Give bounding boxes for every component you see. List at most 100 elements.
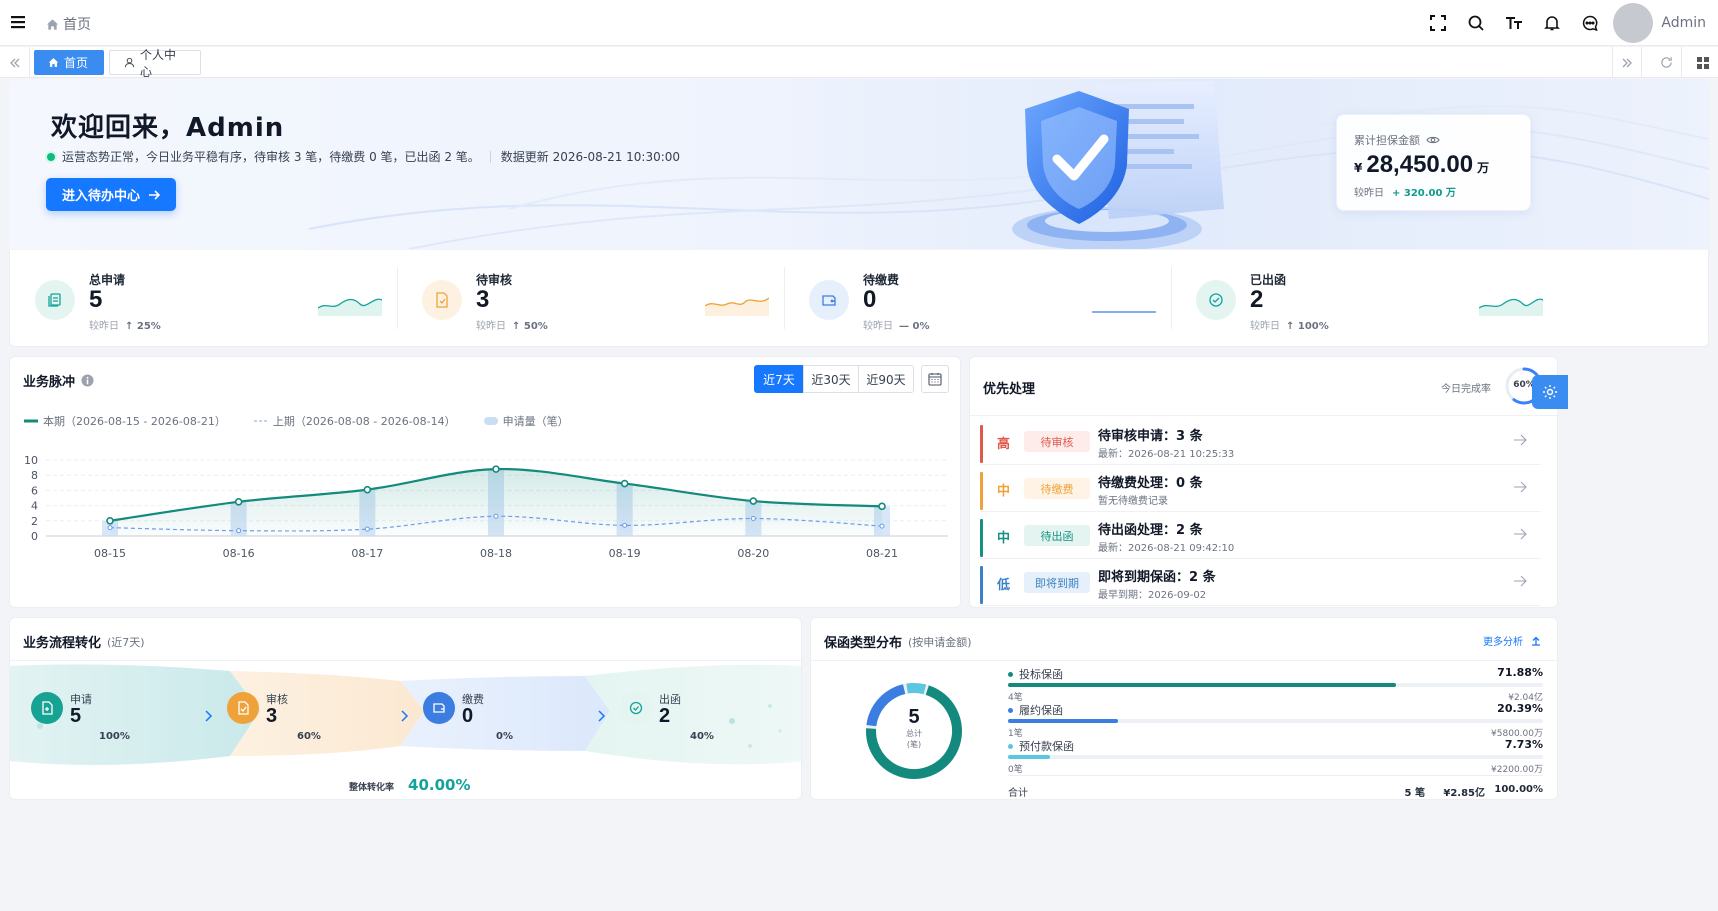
status-badge: 即将到期 (1024, 572, 1090, 593)
status-text: 运营态势正常，今日业务平稳有序，待审核 3 笔，待缴费 0 笔，已出函 2 笔。 (62, 150, 480, 164)
todo-center-button[interactable]: 进入待办中心 (46, 178, 176, 211)
arrow-right-icon (1513, 481, 1527, 493)
distribution-item[interactable]: 履约保函 20.39% 1笔 ¥5800.00万 (1008, 702, 1543, 739)
stat-compare-label: 较昨日 (476, 321, 506, 332)
stat-compare-label: 较昨日 (863, 321, 893, 332)
distribution-item-fill (1008, 683, 1397, 687)
wallet-icon (423, 692, 455, 724)
sum-count: 5 笔 (1404, 788, 1425, 799)
sparkline (705, 297, 769, 316)
flow-step-value: 5 (70, 705, 82, 727)
tabs-scroll-left-icon[interactable] (0, 47, 30, 78)
fullscreen-icon[interactable] (1419, 0, 1457, 46)
guarantee-value: 28,450.00 (1366, 151, 1474, 178)
search-icon[interactable] (1457, 0, 1495, 46)
x-tick-label: 08-20 (737, 547, 769, 560)
priority-item[interactable]: 低即将到期 即将到期保函：2 条最早到期：2026-09-02 (980, 562, 1541, 606)
priority-item-sub: 最新：2026-08-21 10:25:33 (1098, 449, 1235, 460)
legend-volume[interactable]: 申请量（笔） (483, 413, 569, 429)
guarantee-unit: 万 (1477, 161, 1490, 175)
refresh-icon[interactable] (1652, 47, 1682, 78)
flow-conversion-panel: 业务流程转化 (近7天) 申请 5 100% 审核 3 60% 缴费 0 0% (9, 617, 802, 800)
current-point[interactable] (234, 497, 243, 506)
avatar[interactable] (1613, 3, 1654, 43)
user-menu[interactable]: Admin (1609, 3, 1718, 43)
welcome-title: 欢迎回来，Admin (51, 113, 285, 143)
distribution-item[interactable]: 预付款保函 7.73% 0笔 ¥2200.00万 (1008, 738, 1543, 775)
bell-icon[interactable] (1533, 0, 1571, 46)
stat-card-pending-review[interactable]: 待审核 3 较昨日 ↑ 50% (397, 250, 784, 347)
previous-point[interactable] (493, 513, 499, 519)
legend-current[interactable]: 本期（2026-08-15 - 2026-08-21） (24, 413, 226, 429)
previous-point[interactable] (107, 525, 113, 531)
menu-toggle-icon[interactable] (10, 14, 26, 30)
current-point[interactable] (749, 497, 758, 505)
message-icon[interactable] (1571, 0, 1609, 46)
tab-home[interactable]: 首页 (34, 50, 104, 75)
donut-total-label: 总计 (906, 729, 922, 738)
panel-title: 业务脉冲 (23, 371, 94, 390)
priority-item[interactable]: 高待审核 待审核申请：3 条最新：2026-08-21 10:25:33 (980, 421, 1541, 465)
range-30-days[interactable]: 近30天 (803, 365, 859, 393)
range-90-days[interactable]: 近90天 (858, 365, 914, 393)
overall-label: 整体转化率 (349, 783, 395, 793)
previous-point[interactable] (879, 523, 885, 529)
current-point[interactable] (492, 465, 500, 473)
arrow-right-icon (1513, 575, 1527, 587)
gear-icon (1542, 384, 1558, 400)
check-circle-icon (620, 692, 652, 724)
sum-pct: 100.00% (1494, 784, 1543, 795)
previous-point[interactable] (236, 528, 242, 534)
tab-profile[interactable]: 个人中心 (109, 48, 201, 79)
stat-compare: 较昨日 ↑ 50% (476, 317, 548, 332)
font-size-icon[interactable] (1495, 0, 1533, 46)
document-icon (35, 280, 75, 320)
stat-value: 3 (476, 286, 490, 313)
distribution-item[interactable]: 投标保函 71.88% 4笔 ¥2.04亿 (1008, 666, 1543, 703)
stat-value: 2 (1250, 286, 1264, 313)
priority-item[interactable]: 中待缴费 待缴费处理：0 条暂无待缴费记录 (980, 468, 1541, 512)
chevron-right-icon (205, 710, 213, 722)
stat-change: ↑ 25% (125, 321, 161, 332)
stat-card-pending-payment[interactable]: 待缴费 0 较昨日 — 0% (784, 250, 1171, 347)
distribution-item-pct: 20.39% (1497, 702, 1543, 715)
settings-float-button[interactable] (1532, 375, 1568, 409)
donut-total: 5 (908, 706, 920, 728)
previous-point[interactable] (364, 526, 370, 532)
info-icon[interactable] (81, 374, 94, 387)
priority-item[interactable]: 中待出函 待出函处理：2 条最新：2026-08-21 09:42:10 (980, 515, 1541, 559)
current-point[interactable] (878, 502, 886, 511)
previous-point[interactable] (750, 516, 756, 522)
arrow-right-icon (1513, 434, 1527, 446)
priority-bar (980, 425, 983, 463)
stat-compare-label: 较昨日 (89, 321, 119, 332)
tab-label: 个人中心 (140, 47, 177, 79)
stat-compare: 较昨日 ↑ 25% (89, 317, 161, 332)
y-tick-label: 6 (31, 484, 38, 497)
stat-card-total-applications[interactable]: 总申请 5 较昨日 ↑ 25% (10, 250, 397, 347)
arrow-right-icon (148, 189, 160, 201)
distribution-item-name: 投标保函 (1019, 668, 1063, 681)
current-point[interactable] (363, 485, 372, 494)
previous-point[interactable] (622, 522, 628, 528)
check-circle-icon (1196, 280, 1236, 320)
more-analysis-link[interactable]: 更多分析 (1483, 633, 1541, 648)
guarantee-label-row: 累计担保金额 (1354, 132, 1440, 148)
current-point[interactable] (106, 517, 114, 525)
flow-step-pct: 40% (690, 731, 714, 742)
current-point[interactable] (620, 479, 629, 488)
review-document-icon (227, 692, 259, 724)
legend-dot (1008, 707, 1013, 713)
overall-value: 40.00% (408, 776, 471, 794)
flow-title: 业务流程转化 (23, 636, 102, 651)
grid-icon[interactable] (1688, 47, 1718, 78)
breadcrumb-home[interactable]: 首页 (63, 14, 91, 34)
donut-total-unit: (笔) (906, 740, 922, 749)
calendar-icon[interactable] (921, 365, 949, 393)
stat-card-issued[interactable]: 已出函 2 较昨日 ↑ 100% (1171, 250, 1558, 347)
range-7-days[interactable]: 近7天 (754, 365, 804, 393)
distribution-item-name: 预付款保函 (1019, 740, 1074, 753)
tabs-scroll-right-icon[interactable] (1612, 47, 1642, 78)
legend-previous[interactable]: 上期（2026-08-08 - 2026-08-14） (253, 413, 456, 429)
eye-icon[interactable] (1426, 135, 1440, 145)
